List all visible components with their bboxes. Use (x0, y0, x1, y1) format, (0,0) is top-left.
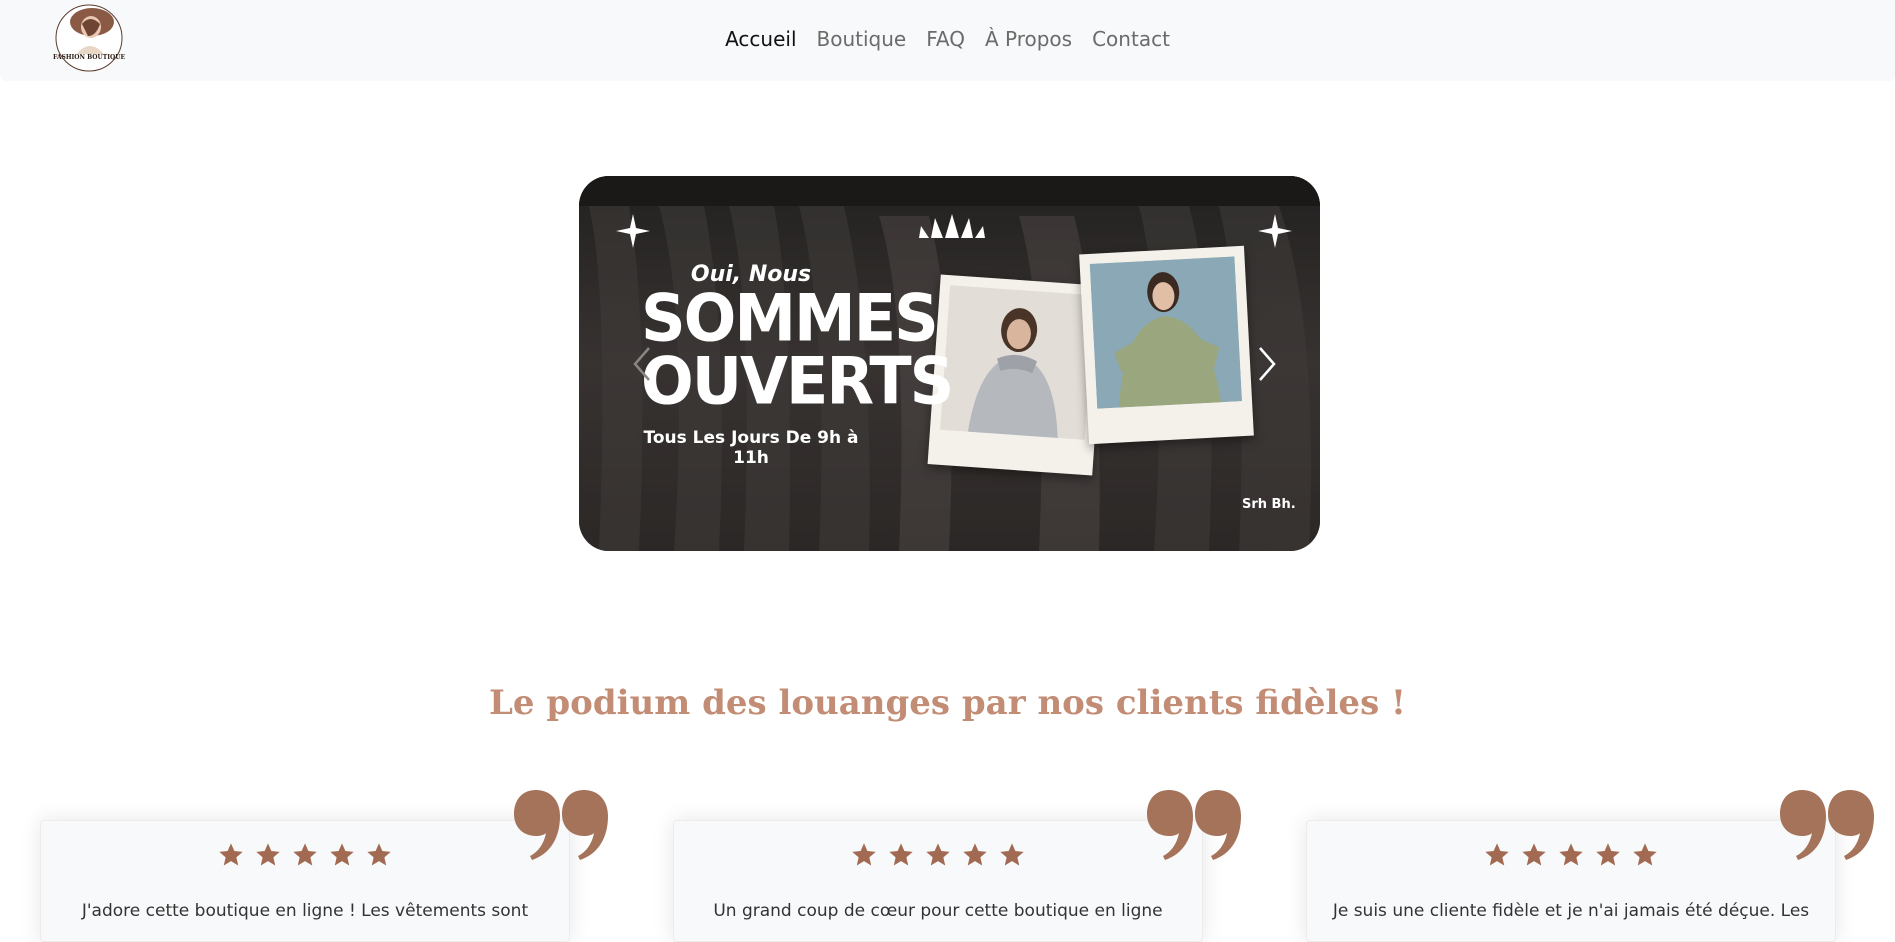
star-icon (1522, 843, 1546, 866)
star-icon (963, 843, 987, 866)
star-rating (1307, 841, 1835, 873)
slide-heading-line-2: OUVERTS (641, 342, 954, 420)
slide-opening-hours: Tous Les Jours De 9h à 11h (643, 428, 859, 468)
testimonial-card: Je suis une cliente fidèle et je n'ai ja… (1306, 820, 1836, 942)
testimonial-card: Un grand coup de cœur pour cette boutiqu… (673, 820, 1203, 942)
polaroid-grey-hoodie (927, 274, 1106, 476)
slide-heading-large: SOMMES OUVERTS (641, 279, 954, 420)
star-icon (367, 843, 391, 866)
carousel-next-button[interactable] (1246, 344, 1286, 384)
star-icon (889, 843, 913, 866)
model-grey-hoodie-photo (939, 285, 1095, 440)
star-icon (1633, 843, 1657, 866)
polaroid-green-hoodie (1079, 245, 1254, 445)
testimonial-text: J'adore cette boutique en ligne ! Les vê… (81, 901, 529, 921)
testimonial-text: Je suis une cliente fidèle et je n'ai ja… (1332, 901, 1810, 921)
quote-icon (1145, 786, 1243, 862)
star-icon (1000, 843, 1024, 866)
testimonial-card: J'adore cette boutique en ligne ! Les vê… (40, 820, 570, 942)
nav-link-faq[interactable]: FAQ (926, 27, 965, 51)
star-icon (1596, 843, 1620, 866)
nav-link-a-propos[interactable]: À Propos (985, 27, 1072, 51)
navbar: FASHION BOUTIQUE Accueil Boutique FAQ À … (0, 0, 1895, 81)
carousel-prev-button[interactable] (623, 344, 663, 384)
model-green-hoodie-photo (1089, 256, 1243, 409)
quote-icon (1778, 786, 1876, 862)
chevron-right-icon (1259, 347, 1276, 381)
star-icon (256, 843, 280, 866)
nav-link-boutique[interactable]: Boutique (817, 27, 907, 51)
slide-credit: Srh Bh. (1242, 497, 1296, 512)
star-icon (330, 843, 354, 866)
slide-heading-line-1: SOMMES (641, 279, 939, 357)
star-rating (41, 841, 569, 873)
star-icon (852, 843, 876, 866)
testimonials-title: Le podium des louanges par nos clients f… (489, 683, 1406, 723)
nav-link-contact[interactable]: Contact (1092, 27, 1170, 51)
star-rating (674, 841, 1202, 873)
star-icon (1559, 843, 1583, 866)
star-icon (1485, 843, 1509, 866)
star-icon (293, 843, 317, 866)
testimonial-text: Un grand coup de cœur pour cette boutiqu… (713, 901, 1163, 921)
hero-carousel[interactable]: Oui, Nous SOMMES OUVERTS Tous Les Jours … (579, 176, 1320, 551)
chevron-left-icon (633, 347, 650, 381)
nav-menu: Accueil Boutique FAQ À Propos Contact (0, 0, 1895, 78)
quote-icon (512, 786, 610, 862)
nav-link-accueil[interactable]: Accueil (725, 27, 796, 51)
star-icon (219, 843, 243, 866)
star-icon (926, 843, 950, 866)
